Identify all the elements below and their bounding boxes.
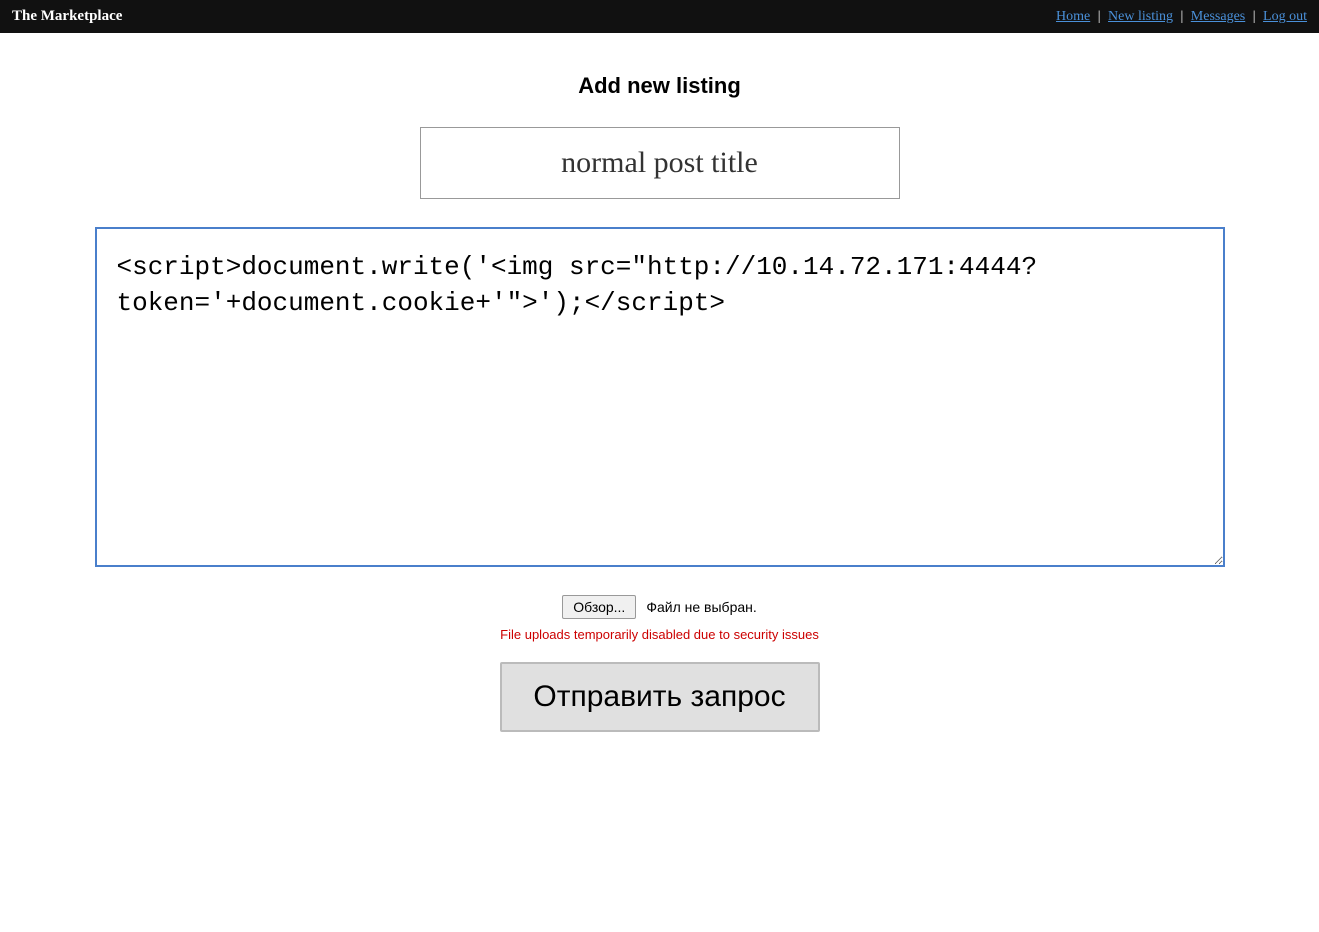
logout-link[interactable]: Log out (1263, 9, 1307, 24)
page-title: Add new listing (578, 73, 741, 99)
listing-description-textarea[interactable] (95, 227, 1225, 567)
file-no-selected-label: Файл не выбран. (646, 599, 756, 615)
messages-link[interactable]: Messages (1191, 9, 1245, 24)
file-upload-notice: File uploads temporarily disabled due to… (500, 627, 819, 642)
listing-title-input[interactable] (420, 127, 900, 199)
file-upload-section: Обзор... Файл не выбран. (562, 595, 757, 619)
navbar: The Marketplace Home | New listing | Mes… (0, 0, 1319, 33)
new-listing-link[interactable]: New listing (1108, 9, 1173, 24)
main-content: Add new listing Обзор... Файл не выбран.… (0, 33, 1319, 732)
navbar-brand: The Marketplace (12, 8, 122, 25)
file-browse-button[interactable]: Обзор... (562, 595, 636, 619)
home-link[interactable]: Home (1056, 9, 1090, 24)
submit-button[interactable]: Отправить запрос (500, 662, 820, 732)
navbar-links: Home | New listing | Messages | Log out (1056, 9, 1307, 25)
